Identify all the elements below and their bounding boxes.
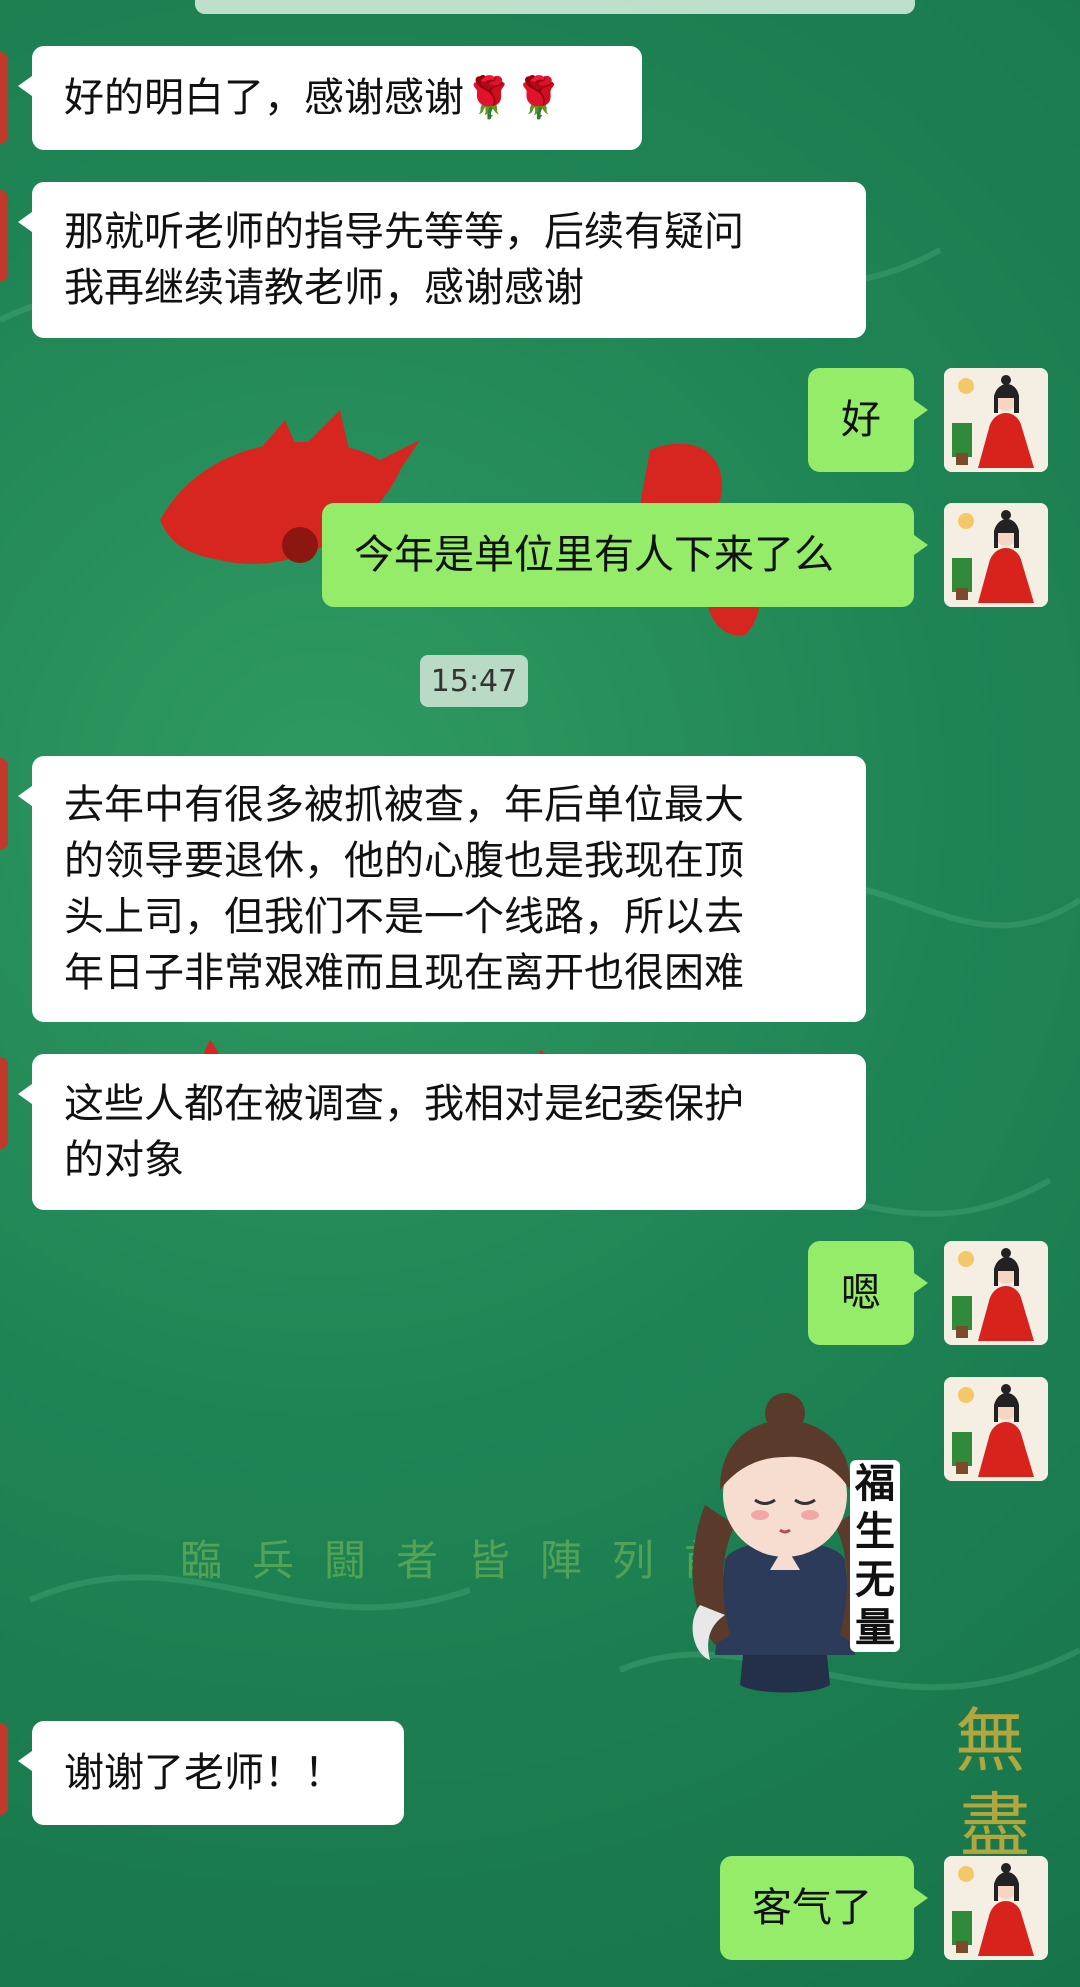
message-text: 好 xyxy=(841,397,881,443)
svg-text:盡: 盡 xyxy=(960,1785,1030,1867)
message-bubble-received[interactable]: 这些人都在被调查，我相对是纪委保护 的对象 xyxy=(18,1054,866,1210)
sender-avatar-edge[interactable] xyxy=(0,190,8,282)
message-text: 去年中有很多被抓被查，年后单位最大 的领导要退休，他的心腹也是我现在顶 头上司，… xyxy=(64,782,744,996)
message-bubble-received[interactable]: 那就听老师的指导先等等，后续有疑问 我再继续请教老师，感谢感谢 xyxy=(18,182,866,338)
sticker-caption: 福 生 无 量 xyxy=(850,1460,900,1652)
red-robed-woman-icon xyxy=(944,503,1048,607)
message-text: 客气了 xyxy=(752,1885,872,1931)
previous-message-edge xyxy=(195,0,915,14)
message-bubble-received[interactable]: 好的明白了，感谢感谢 🌹🌹 xyxy=(18,46,642,150)
message-bubble-sent[interactable]: 好 xyxy=(808,368,928,472)
user-avatar[interactable] xyxy=(944,368,1048,472)
svg-text:無: 無 xyxy=(955,1700,1025,1782)
sender-avatar-edge[interactable] xyxy=(0,1723,8,1815)
message-bubble-received[interactable]: 谢谢了老师！！ xyxy=(18,1721,404,1825)
user-avatar[interactable] xyxy=(944,503,1048,607)
user-avatar[interactable] xyxy=(944,1856,1048,1960)
chat-timestamp: 15:47 xyxy=(420,655,528,707)
message-bubble-sent[interactable]: 嗯 xyxy=(808,1241,928,1345)
sender-avatar-edge[interactable] xyxy=(0,1057,8,1149)
red-robed-woman-icon xyxy=(944,1241,1048,1345)
message-text: 这些人都在被调查，我相对是纪委保护 的对象 xyxy=(64,1081,744,1183)
message-text: 嗯 xyxy=(841,1270,881,1316)
sender-avatar-edge[interactable] xyxy=(0,758,8,850)
message-text: 好的明白了，感谢感谢 xyxy=(64,75,464,121)
message-text: 那就听老师的指导先等等，后续有疑问 我再继续请教老师，感谢感谢 xyxy=(64,209,744,311)
message-bubble-sent[interactable]: 今年是单位里有人下来了么 xyxy=(322,503,928,607)
message-text: 今年是单位里有人下来了么 xyxy=(354,532,834,578)
user-avatar[interactable] xyxy=(944,1241,1048,1345)
red-robed-woman-icon xyxy=(944,1377,1048,1481)
message-bubble-received[interactable]: 去年中有很多被抓被查，年后单位最大 的领导要退休，他的心腹也是我现在顶 头上司，… xyxy=(18,756,866,1022)
message-text: 谢谢了老师！！ xyxy=(64,1750,344,1796)
message-bubble-sent[interactable]: 客气了 xyxy=(720,1856,928,1960)
user-avatar[interactable] xyxy=(944,1377,1048,1481)
red-robed-woman-icon xyxy=(944,368,1048,472)
rose-emoji: 🌹🌹 xyxy=(464,75,564,121)
red-robed-woman-icon xyxy=(944,1856,1048,1960)
sender-avatar-edge[interactable] xyxy=(0,52,8,144)
